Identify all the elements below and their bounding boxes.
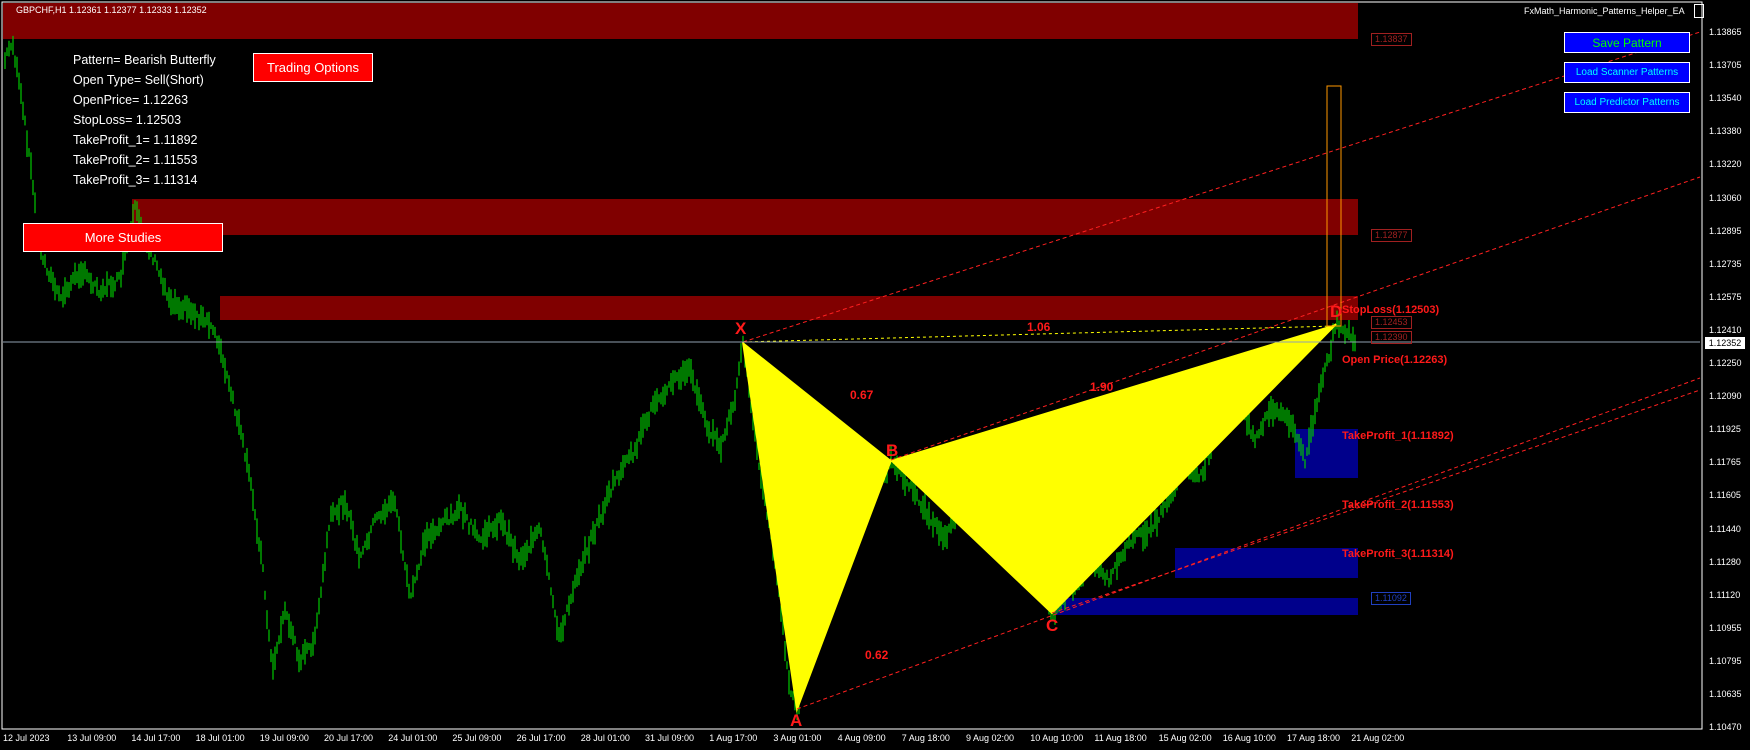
point-x-label: X <box>735 319 747 338</box>
time-axis-label: 25 Jul 09:00 <box>452 733 502 743</box>
ratio-xb-label: 0.67 <box>850 388 874 402</box>
price-axis-label: 1.13060 <box>1709 192 1742 203</box>
point-a-label: A <box>790 711 803 730</box>
price-axis-label: 1.11280 <box>1709 556 1741 567</box>
supply-zone-mid <box>132 199 1358 235</box>
time-axis-label: 4 Aug 09:00 <box>837 733 886 743</box>
current-price-tag: 1.12352 <box>1705 337 1745 349</box>
ratio-xd-label: 1.06 <box>1027 320 1051 334</box>
price-axis-label: 1.10635 <box>1709 689 1742 699</box>
time-axis-label: 24 Jul 01:00 <box>388 733 438 743</box>
supply-zone-near <box>220 296 1358 320</box>
price-axis-label: 1.13865 <box>1709 27 1742 37</box>
ea-name: FxMath_Harmonic_Patterns_Helper_EA <box>1524 6 1685 16</box>
stoploss-level-label: StopLoss(1.12503) <box>1342 304 1440 316</box>
ratio-bd-label: 1.90 <box>1090 380 1114 394</box>
price-axis-label: 1.12735 <box>1709 258 1742 269</box>
take-profit-1: TakeProfit_1= 1.11892 <box>73 133 198 147</box>
price-axis-label: 1.13220 <box>1709 159 1742 170</box>
price-axis-label: 1.11120 <box>1709 589 1741 600</box>
open-price-level-label: Open Price(1.12263) <box>1342 354 1448 366</box>
more-studies-button[interactable]: More Studies <box>23 223 223 252</box>
take-profit-3: TakeProfit_3= 1.11314 <box>73 173 198 187</box>
price-axis-label: 1.12575 <box>1709 291 1742 302</box>
symbol-info: GBPCHF,H1 1.12361 1.12377 1.12333 1.1235… <box>16 5 207 15</box>
price-chart[interactable] <box>0 0 1750 750</box>
time-axis-label: 16 Aug 10:00 <box>1222 733 1276 743</box>
save-pattern-button[interactable]: Save Pattern <box>1564 32 1690 53</box>
zone-tag-near1: 1.12453 <box>1371 316 1412 329</box>
time-axis-label: 17 Aug 18:00 <box>1287 733 1341 743</box>
zone-tag-near2: 1.12390 <box>1371 331 1412 344</box>
ratio-ac-label: 0.62 <box>865 648 889 662</box>
time-axis-label: 9 Aug 02:00 <box>966 733 1015 743</box>
time-axis-label: 15 Aug 02:00 <box>1158 733 1212 743</box>
tp3-level-label: TakeProfit_3(1.11314) <box>1342 548 1454 560</box>
price-axis-label: 1.13380 <box>1709 126 1742 137</box>
price-axis-label: 1.12090 <box>1709 391 1742 402</box>
tp2-level-label: TakeProfit_2(1.11553) <box>1342 499 1454 511</box>
point-c-label: C <box>1046 616 1059 635</box>
window-control-button[interactable] <box>1694 4 1704 18</box>
zone-tag-top: 1.13837 <box>1371 33 1412 46</box>
time-axis-label: 18 Jul 01:00 <box>195 733 245 743</box>
load-predictor-patterns-button[interactable]: Load Predictor Patterns <box>1564 92 1690 113</box>
time-axis-label: 10 Aug 10:00 <box>1030 733 1084 743</box>
time-axis-label: 11 Aug 18:00 <box>1094 733 1147 743</box>
price-axis-label: 1.12410 <box>1709 324 1742 335</box>
time-axis-label: 20 Jul 17:00 <box>324 733 374 743</box>
price-axis-label: 1.10795 <box>1709 655 1742 666</box>
take-profit-2: TakeProfit_2= 1.11553 <box>73 153 198 167</box>
point-b-label: B <box>886 441 899 460</box>
point-d-label: D <box>1330 302 1343 321</box>
price-axis-label: 1.13705 <box>1709 60 1742 71</box>
demand-zone-3 <box>1055 598 1358 615</box>
price-axis-label: 1.13540 <box>1709 93 1742 104</box>
pattern-name: Pattern= Bearish Butterfly <box>73 53 216 67</box>
time-axis-label: 21 Aug 02:00 <box>1351 733 1405 743</box>
time-axis-label: 12 Jul 2023 <box>3 733 50 743</box>
time-axis-label: 13 Jul 09:00 <box>67 733 117 743</box>
demand-zone-2 <box>1175 548 1358 578</box>
time-axis-label: 31 Jul 09:00 <box>645 733 695 743</box>
price-axis-label: 1.11605 <box>1709 490 1741 501</box>
time-axis-label: 28 Jul 01:00 <box>580 733 630 743</box>
price-axis-label: 1.11925 <box>1709 424 1741 435</box>
price-axis-label: 1.11440 <box>1709 523 1741 534</box>
time-axis-label: 1 Aug 17:00 <box>709 733 758 743</box>
time-axis-label: 26 Jul 17:00 <box>516 733 566 743</box>
stop-loss: StopLoss= 1.12503 <box>73 113 182 127</box>
load-scanner-patterns-button[interactable]: Load Scanner Patterns <box>1564 62 1690 83</box>
open-price: OpenPrice= 1.12263 <box>73 93 189 107</box>
time-axis-label: 14 Jul 17:00 <box>131 733 181 743</box>
open-type: Open Type= Sell(Short) <box>73 73 204 87</box>
price-axis-label: 1.10955 <box>1709 622 1742 633</box>
time-axis-label: 7 Aug 18:00 <box>901 733 950 743</box>
time-axis-label: 3 Aug 01:00 <box>773 733 822 743</box>
trading-options-button[interactable]: Trading Options <box>253 53 373 82</box>
price-axis-label: 1.12250 <box>1709 358 1742 368</box>
price-axis-label: 1.10470 <box>1709 722 1742 733</box>
zone-tag-mid: 1.12877 <box>1371 229 1412 242</box>
time-axis-label: 19 Jul 09:00 <box>259 733 309 743</box>
price-axis-label: 1.12895 <box>1709 225 1742 236</box>
zone-tag-low: 1.11092 <box>1371 592 1411 605</box>
tp1-level-label: TakeProfit_1(1.11892) <box>1342 430 1454 442</box>
price-axis-label: 1.11765 <box>1709 457 1741 468</box>
